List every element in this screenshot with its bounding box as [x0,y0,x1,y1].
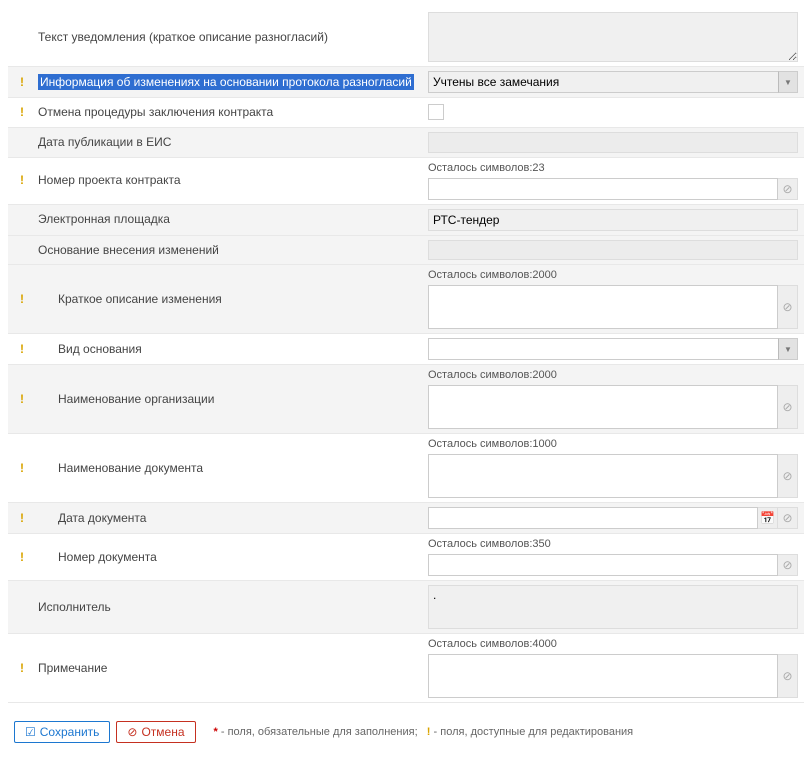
marker: ! [20,104,34,121]
char-counter: Осталось символов:4000 [428,638,798,652]
char-counter: Осталось символов:1000 [428,438,798,452]
marker: ! [20,29,34,46]
notif-text-field[interactable] [428,12,798,62]
block-icon[interactable]: ⊘ [778,454,798,498]
label: Примечание [38,660,107,677]
bang-icon: ! [427,726,431,738]
label: Краткое описание изменения [38,291,222,308]
cancel-icon: ⊘ [127,725,137,739]
marker: ! [20,172,34,189]
marker: ! [20,391,34,408]
row-executor: ! Исполнитель . [8,581,804,634]
cancel-button[interactable]: ⊘ Отмена [116,721,195,743]
row-project-num: ! Номер проекта контракта Осталось симво… [8,158,804,205]
note-field[interactable] [428,654,778,698]
block-icon[interactable]: ⊘ [778,554,798,576]
label: Дата публикации в ЕИС [38,134,171,151]
label: Отмена процедуры заключения контракта [38,104,273,121]
row-cancel-proc: ! Отмена процедуры заключения контракта [8,98,804,128]
save-button[interactable]: ☑ Сохранить [14,721,110,743]
marker: ! [20,134,34,151]
label: Вид основания [38,341,142,358]
row-basis-type: ! Вид основания ▼ [8,334,804,365]
label-highlighted: Информация об изменениях на основании пр… [38,74,414,91]
org-name-field[interactable] [428,385,778,429]
marker: ! [20,660,34,677]
marker: ! [20,211,34,228]
marker: ! [20,599,34,616]
cancel-label: Отмена [141,725,184,739]
marker: ! [20,291,34,308]
save-label: Сохранить [40,725,100,739]
row-org-name: ! Наименование организации Осталось симв… [8,365,804,434]
label: Исполнитель [38,599,111,616]
executor-field: . [428,585,798,629]
check-icon: ☑ [25,725,36,739]
marker: ! [20,549,34,566]
change-desc-field[interactable] [428,285,778,329]
button-bar: ☑ Сохранить ⊘ Отмена * - поля, обязатель… [14,721,798,743]
block-icon[interactable]: ⊘ [778,285,798,329]
block-icon[interactable]: ⊘ [778,178,798,200]
cancel-proc-checkbox[interactable] [428,104,444,120]
marker: ! [20,74,34,91]
row-eis-date: ! Дата публикации в ЕИС [8,128,804,158]
marker: ! [20,341,34,358]
form-table: ! Текст уведомления (краткое описание ра… [8,8,804,703]
changes-info-select[interactable]: Учтены все замечания [428,71,798,93]
label: Номер документа [38,549,157,566]
change-basis-field [428,240,798,261]
label: Номер проекта контракта [38,172,181,189]
label: Электронная площадка [38,211,170,228]
platform-field [428,209,798,231]
row-doc-name: ! Наименование документа Осталось символ… [8,434,804,503]
row-notif-text: ! Текст уведомления (краткое описание ра… [8,8,804,67]
basis-type-select[interactable] [428,338,798,360]
legend-required: - поля, обязательные для заполнения; [221,726,418,738]
doc-name-field[interactable] [428,454,778,498]
doc-num-field[interactable] [428,554,778,576]
asterisk-icon: * [214,726,218,738]
char-counter: Осталось символов:23 [428,162,798,176]
project-num-field[interactable] [428,178,778,200]
block-icon[interactable]: ⊘ [778,654,798,698]
block-icon[interactable]: ⊘ [778,385,798,429]
eis-date-field [428,132,798,153]
row-doc-date: ! Дата документа 📅 ⊘ [8,503,804,534]
marker: ! [20,242,34,259]
label: Дата документа [38,510,146,527]
label: Наименование документа [38,460,203,477]
row-platform: ! Электронная площадка [8,205,804,236]
char-counter: Осталось символов:350 [428,538,798,552]
marker: ! [20,510,34,527]
char-counter: Осталось символов:2000 [428,269,798,283]
label: Основание внесения изменений [38,242,219,259]
label: Текст уведомления (краткое описание разн… [38,29,328,46]
block-icon[interactable]: ⊘ [778,507,798,529]
calendar-icon[interactable]: 📅 [758,507,778,529]
row-note: ! Примечание Осталось символов:4000 ⊘ [8,634,804,703]
row-changes-info: ! Информация об изменениях на основании … [8,67,804,98]
doc-date-field[interactable] [428,507,758,529]
legend: * - поля, обязательные для заполнения; !… [214,726,634,738]
row-change-basis: ! Основание внесения изменений [8,236,804,266]
legend-editable: - поля, доступные для редактирования [434,726,634,738]
marker: ! [20,460,34,477]
row-change-desc: ! Краткое описание изменения Осталось си… [8,265,804,334]
label: Наименование организации [38,391,214,408]
char-counter: Осталось символов:2000 [428,369,798,383]
row-doc-num: ! Номер документа Осталось символов:350 … [8,534,804,581]
